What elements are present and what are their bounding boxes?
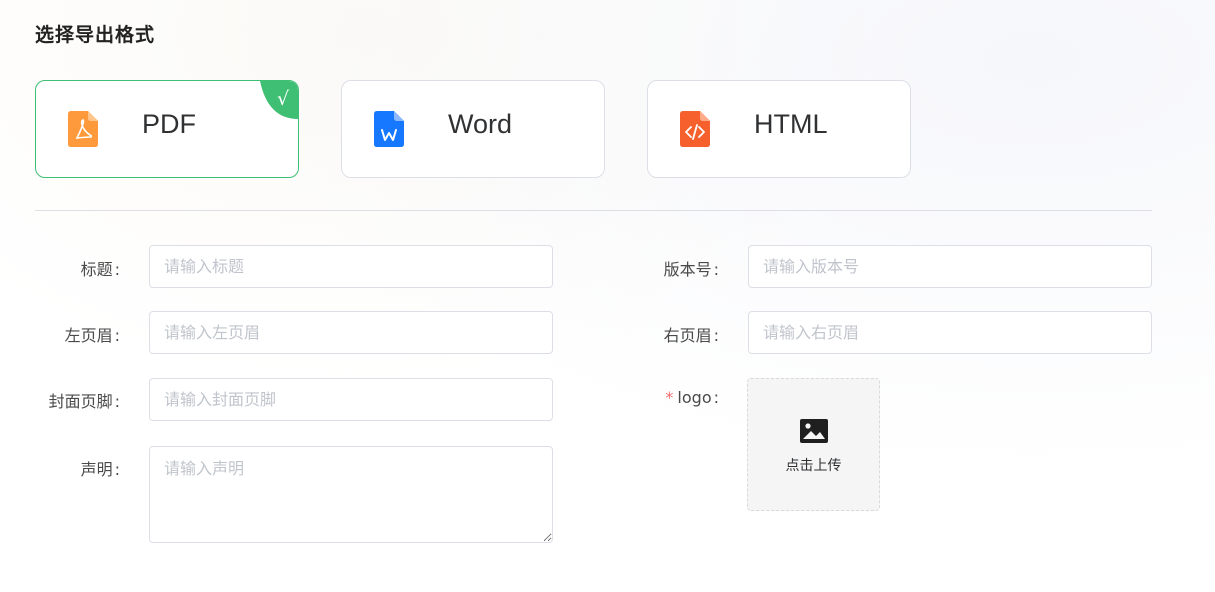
format-card-pdf[interactable]: PDF √ — [35, 80, 299, 178]
logo-upload-button[interactable]: 点击上传 — [747, 378, 880, 511]
section-divider — [35, 210, 1152, 211]
title-label: 标题: — [80, 260, 120, 279]
export-settings-page: 选择导出格式 PDF √ Word HTML 标题: 请输入标题 版本号: 请… — [0, 0, 1215, 592]
required-mark: * — [665, 388, 674, 407]
statement-textarea[interactable] — [149, 446, 553, 543]
word-file-icon — [374, 111, 404, 147]
pdf-file-icon — [68, 111, 98, 147]
left-header-input[interactable] — [149, 311, 553, 354]
html-file-icon — [680, 111, 710, 147]
logo-label: * logo: — [665, 388, 719, 407]
statement-label: 声明: — [80, 460, 120, 479]
format-card-word[interactable]: Word — [341, 80, 605, 178]
format-label-word: Word — [448, 109, 513, 139]
title-input[interactable] — [149, 245, 553, 288]
format-card-html[interactable]: HTML — [647, 80, 911, 178]
cover-footer-input[interactable] — [149, 378, 553, 421]
right-header-label: 右页眉: — [663, 326, 719, 345]
format-label-pdf: PDF — [142, 109, 196, 139]
check-mark-icon: √ — [260, 81, 298, 119]
svg-text:√: √ — [277, 88, 290, 110]
format-label-html: HTML — [754, 109, 828, 139]
version-label: 版本号: — [663, 260, 719, 279]
cover-footer-label: 封面页脚: — [48, 392, 120, 411]
image-icon — [800, 419, 828, 443]
section-title: 选择导出格式 — [35, 24, 156, 46]
version-input[interactable] — [748, 245, 1152, 288]
left-header-label: 左页眉: — [64, 326, 120, 345]
upload-text: 点击上传 — [785, 458, 842, 474]
right-header-input[interactable] — [748, 311, 1152, 354]
